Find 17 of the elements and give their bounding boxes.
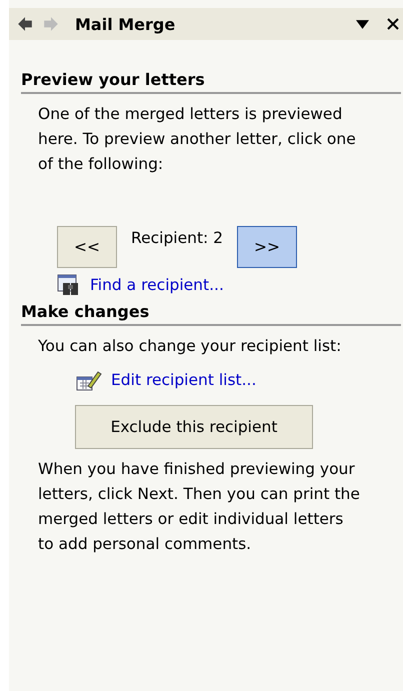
link[interactable]: Edit recipient list... bbox=[111, 371, 256, 389]
link[interactable]: Find a recipient... bbox=[90, 276, 224, 294]
exclude-button[interactable]: Exclude this recipient bbox=[75, 405, 313, 449]
next-recipient-button[interactable]: >> bbox=[237, 226, 298, 268]
close-icon[interactable] bbox=[387, 18, 399, 30]
instruction-text: One of the merged letters is previewed here. To preview another letter, click one of the following: bbox=[38, 104, 357, 175]
section-heading: Preview your letters bbox=[21, 70, 401, 94]
edit-list-icon bbox=[76, 369, 102, 391]
pane-title: Mail Merge bbox=[75, 14, 176, 34]
dropdown-icon[interactable] bbox=[356, 20, 369, 28]
instruction-text: When you have finished previewing your letters, click Next. Then you can print the merged letters or edit individual letters to add personal comments. bbox=[38, 459, 360, 555]
recipient-counter: Recipient: 2 bbox=[131, 229, 224, 247]
back-arrow-icon[interactable] bbox=[17, 16, 33, 32]
section-heading: Make changes bbox=[21, 302, 401, 326]
previous-recipient-button[interactable]: << bbox=[57, 226, 117, 268]
binoculars-icon bbox=[57, 274, 81, 296]
instruction-text: You can also change your recipient list: bbox=[38, 336, 342, 357]
